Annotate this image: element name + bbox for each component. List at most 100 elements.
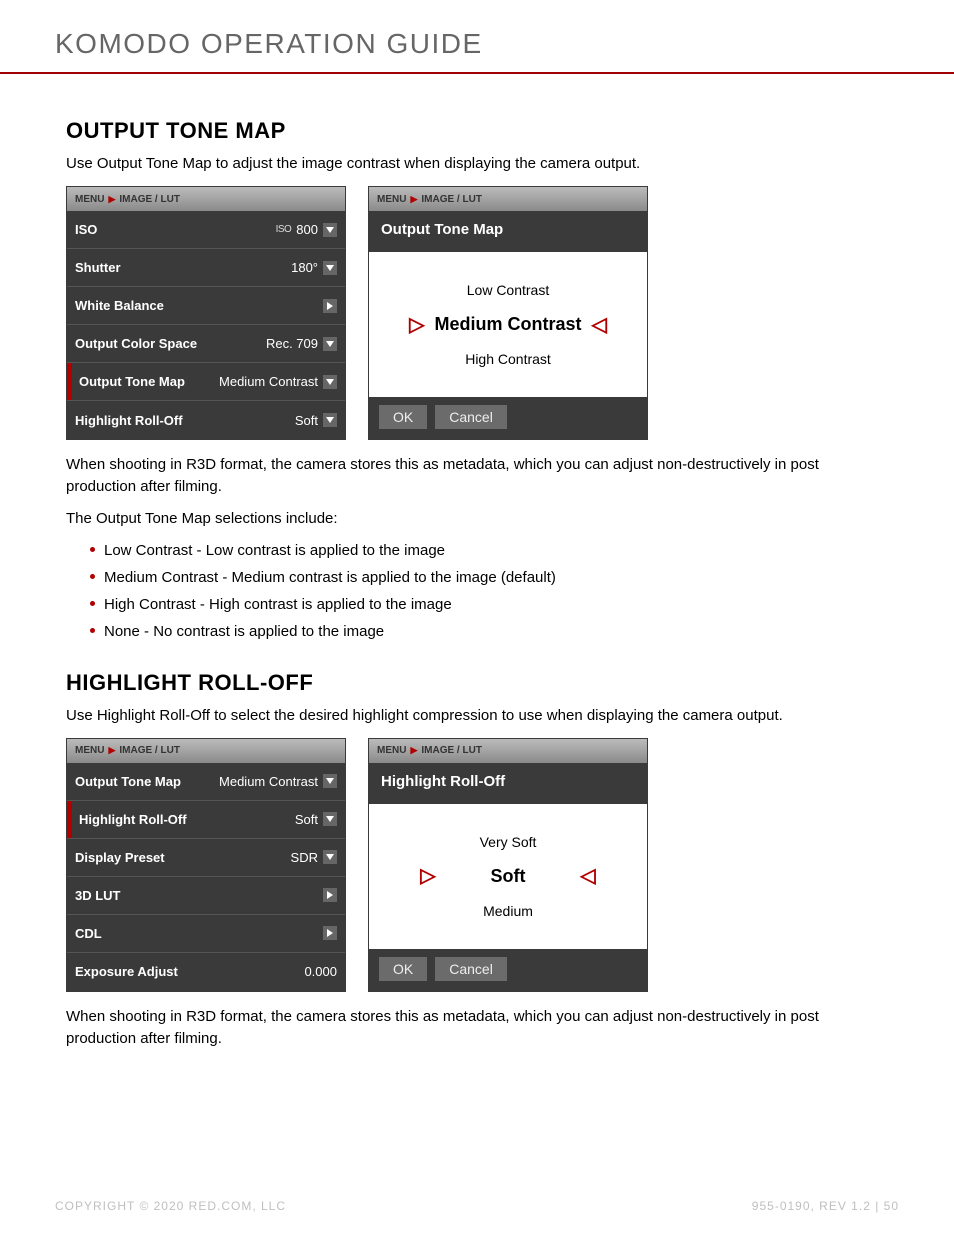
menu-row-value xyxy=(323,299,337,313)
ok-button[interactable]: OK xyxy=(379,957,427,981)
menu-row-value: Soft xyxy=(295,812,337,827)
menu-figure-image-lut-2: MENU ▶ IMAGE / LUT Output Tone Map Medium… xyxy=(66,738,346,992)
caret-down-icon[interactable] xyxy=(323,223,337,237)
menu-row-label: ISO xyxy=(75,222,97,237)
dialog-output-tone-map: MENU ▶ IMAGE / LUT Output Tone Map Low C… xyxy=(368,186,648,440)
menu-row-value: SDR xyxy=(291,850,337,865)
menu-row-label: Exposure Adjust xyxy=(75,964,178,979)
value-text: 180° xyxy=(291,260,318,275)
bullet-item: Medium Contrast - Medium contrast is app… xyxy=(90,567,888,588)
figures-row-2: MENU ▶ IMAGE / LUT Output Tone Map Medium… xyxy=(66,738,888,992)
page-title: KOMODO OPERATION GUIDE xyxy=(55,28,899,60)
selector-right-icon: ◁ xyxy=(592,315,607,335)
bullet-list: Low Contrast - Low contrast is applied t… xyxy=(90,540,888,642)
dialog-option[interactable]: Low Contrast xyxy=(369,274,647,306)
selector-left-icon: ▷ xyxy=(409,315,424,335)
menu-row[interactable]: Output Tone Map Medium Contrast xyxy=(67,763,345,801)
bullet-item: Low Contrast - Low contrast is applied t… xyxy=(90,540,888,561)
breadcrumb-part: IMAGE / LUT xyxy=(421,194,482,205)
menu-row-value: ISO800 xyxy=(276,222,337,237)
menu-row-value: Soft xyxy=(295,413,337,428)
caret-right-icon[interactable] xyxy=(323,926,337,940)
caret-down-icon[interactable] xyxy=(323,413,337,427)
chevron-right-icon: ▶ xyxy=(108,194,115,205)
option-label: Soft xyxy=(463,866,553,887)
caret-down-icon[interactable] xyxy=(323,774,337,788)
menu-row[interactable]: Output Color SpaceRec. 709 xyxy=(67,325,345,363)
menu-row[interactable]: Highlight Roll-Off Soft xyxy=(67,401,345,439)
menu-row[interactable]: Exposure Adjust 0.000 xyxy=(67,953,345,991)
menu-row[interactable]: Display Preset SDR xyxy=(67,839,345,877)
page-number: 955-0190, REV 1.2 | 50 xyxy=(752,1199,899,1213)
menu-row-label: Output Tone Map xyxy=(75,774,181,789)
menu-row-value: Rec. 709 xyxy=(266,336,337,351)
chevron-right-icon: ▶ xyxy=(410,745,417,756)
chevron-right-icon: ▶ xyxy=(410,194,417,205)
caret-down-icon[interactable] xyxy=(323,850,337,864)
menu-row-label: Highlight Roll-Off xyxy=(75,413,183,428)
menu-row-label: Shutter xyxy=(75,260,121,275)
caret-right-icon[interactable] xyxy=(323,299,337,313)
option-label: Medium Contrast xyxy=(434,314,581,335)
body-paragraph: When shooting in R3D format, the camera … xyxy=(66,1006,888,1050)
dialog-option[interactable]: Very Soft xyxy=(369,826,647,858)
menu-row[interactable]: Highlight Roll-Off Soft xyxy=(67,801,345,839)
value-text: Medium Contrast xyxy=(219,374,318,389)
breadcrumb-part: MENU xyxy=(377,194,406,205)
dialog-option[interactable]: Medium xyxy=(369,895,647,927)
value-text: Soft xyxy=(295,812,318,827)
section-intro: Use Output Tone Map to adjust the image … xyxy=(66,154,888,174)
cancel-button[interactable]: Cancel xyxy=(435,405,507,429)
dialog-options: Very Soft ▷ Soft ◁ Medium xyxy=(369,804,647,949)
section-heading-output-tone-map: OUTPUT TONE MAP xyxy=(66,118,888,144)
page-content: OUTPUT TONE MAP Use Output Tone Map to a… xyxy=(0,74,954,1049)
menu-figure-image-lut-1: MENU ▶ IMAGE / LUT ISO ISO800 Shutter 180° W… xyxy=(66,186,346,440)
caret-down-icon[interactable] xyxy=(323,337,337,351)
list-intro: The Output Tone Map selections include: xyxy=(66,508,888,530)
menu-row[interactable]: Output Tone Map Medium Contrast xyxy=(67,363,345,401)
dialog-option[interactable]: ▷ Medium Contrast ◁ xyxy=(369,306,647,343)
caret-right-icon[interactable] xyxy=(323,888,337,902)
menu-row-value: 0.000 xyxy=(304,964,337,979)
breadcrumb: MENU ▶ IMAGE / LUT xyxy=(67,187,345,211)
bullet-item: None - No contrast is applied to the ima… xyxy=(90,621,888,642)
dialog-footer: OK Cancel xyxy=(369,949,647,991)
caret-down-icon[interactable] xyxy=(323,375,337,389)
menu-row-label: Highlight Roll-Off xyxy=(75,812,187,827)
dialog-option[interactable]: ▷ Soft ◁ xyxy=(369,858,647,895)
menu-row-label: 3D LUT xyxy=(75,888,121,903)
menu-row[interactable]: White Balance xyxy=(67,287,345,325)
menu-row-value: Medium Contrast xyxy=(219,774,337,789)
menu-row[interactable]: CDL xyxy=(67,915,345,953)
breadcrumb-part: IMAGE / LUT xyxy=(421,745,482,756)
value-text: SDR xyxy=(291,850,318,865)
chevron-right-icon: ▶ xyxy=(108,745,115,756)
value-text: Medium Contrast xyxy=(219,774,318,789)
dialog-highlight-rolloff: MENU ▶ IMAGE / LUT Highlight Roll-Off Ve… xyxy=(368,738,648,992)
breadcrumb-part: MENU xyxy=(75,745,104,756)
menu-row-value: Medium Contrast xyxy=(219,374,337,389)
value-text: 0.000 xyxy=(304,964,337,979)
dialog-option[interactable]: High Contrast xyxy=(369,343,647,375)
menu-row[interactable]: Shutter 180° xyxy=(67,249,345,287)
ok-button[interactable]: OK xyxy=(379,405,427,429)
caret-down-icon[interactable] xyxy=(323,261,337,275)
menu-row-value xyxy=(323,888,337,902)
selector-right-icon: ◁ xyxy=(563,866,613,886)
menu-list: ISOISO800Shutter180°White BalanceOutput … xyxy=(67,211,345,439)
menu-row[interactable]: 3D LUT xyxy=(67,877,345,915)
breadcrumb: MENU ▶ IMAGE / LUT xyxy=(67,739,345,763)
menu-row-label: Output Tone Map xyxy=(75,374,185,389)
breadcrumb: MENU ▶ IMAGE / LUT xyxy=(369,187,647,211)
selector-left-icon: ▷ xyxy=(403,866,453,886)
menu-row-value xyxy=(323,926,337,940)
dialog-title: Highlight Roll-Off xyxy=(369,763,647,804)
dialog-title: Output Tone Map xyxy=(369,211,647,252)
menu-row[interactable]: ISO ISO800 xyxy=(67,211,345,249)
figures-row-1: MENU ▶ IMAGE / LUT ISO ISO800 Shutter 180° W… xyxy=(66,186,888,440)
menu-row-label: Display Preset xyxy=(75,850,165,865)
cancel-button[interactable]: Cancel xyxy=(435,957,507,981)
caret-down-icon[interactable] xyxy=(323,812,337,826)
breadcrumb: MENU ▶ IMAGE / LUT xyxy=(369,739,647,763)
breadcrumb-part: IMAGE / LUT xyxy=(119,194,180,205)
